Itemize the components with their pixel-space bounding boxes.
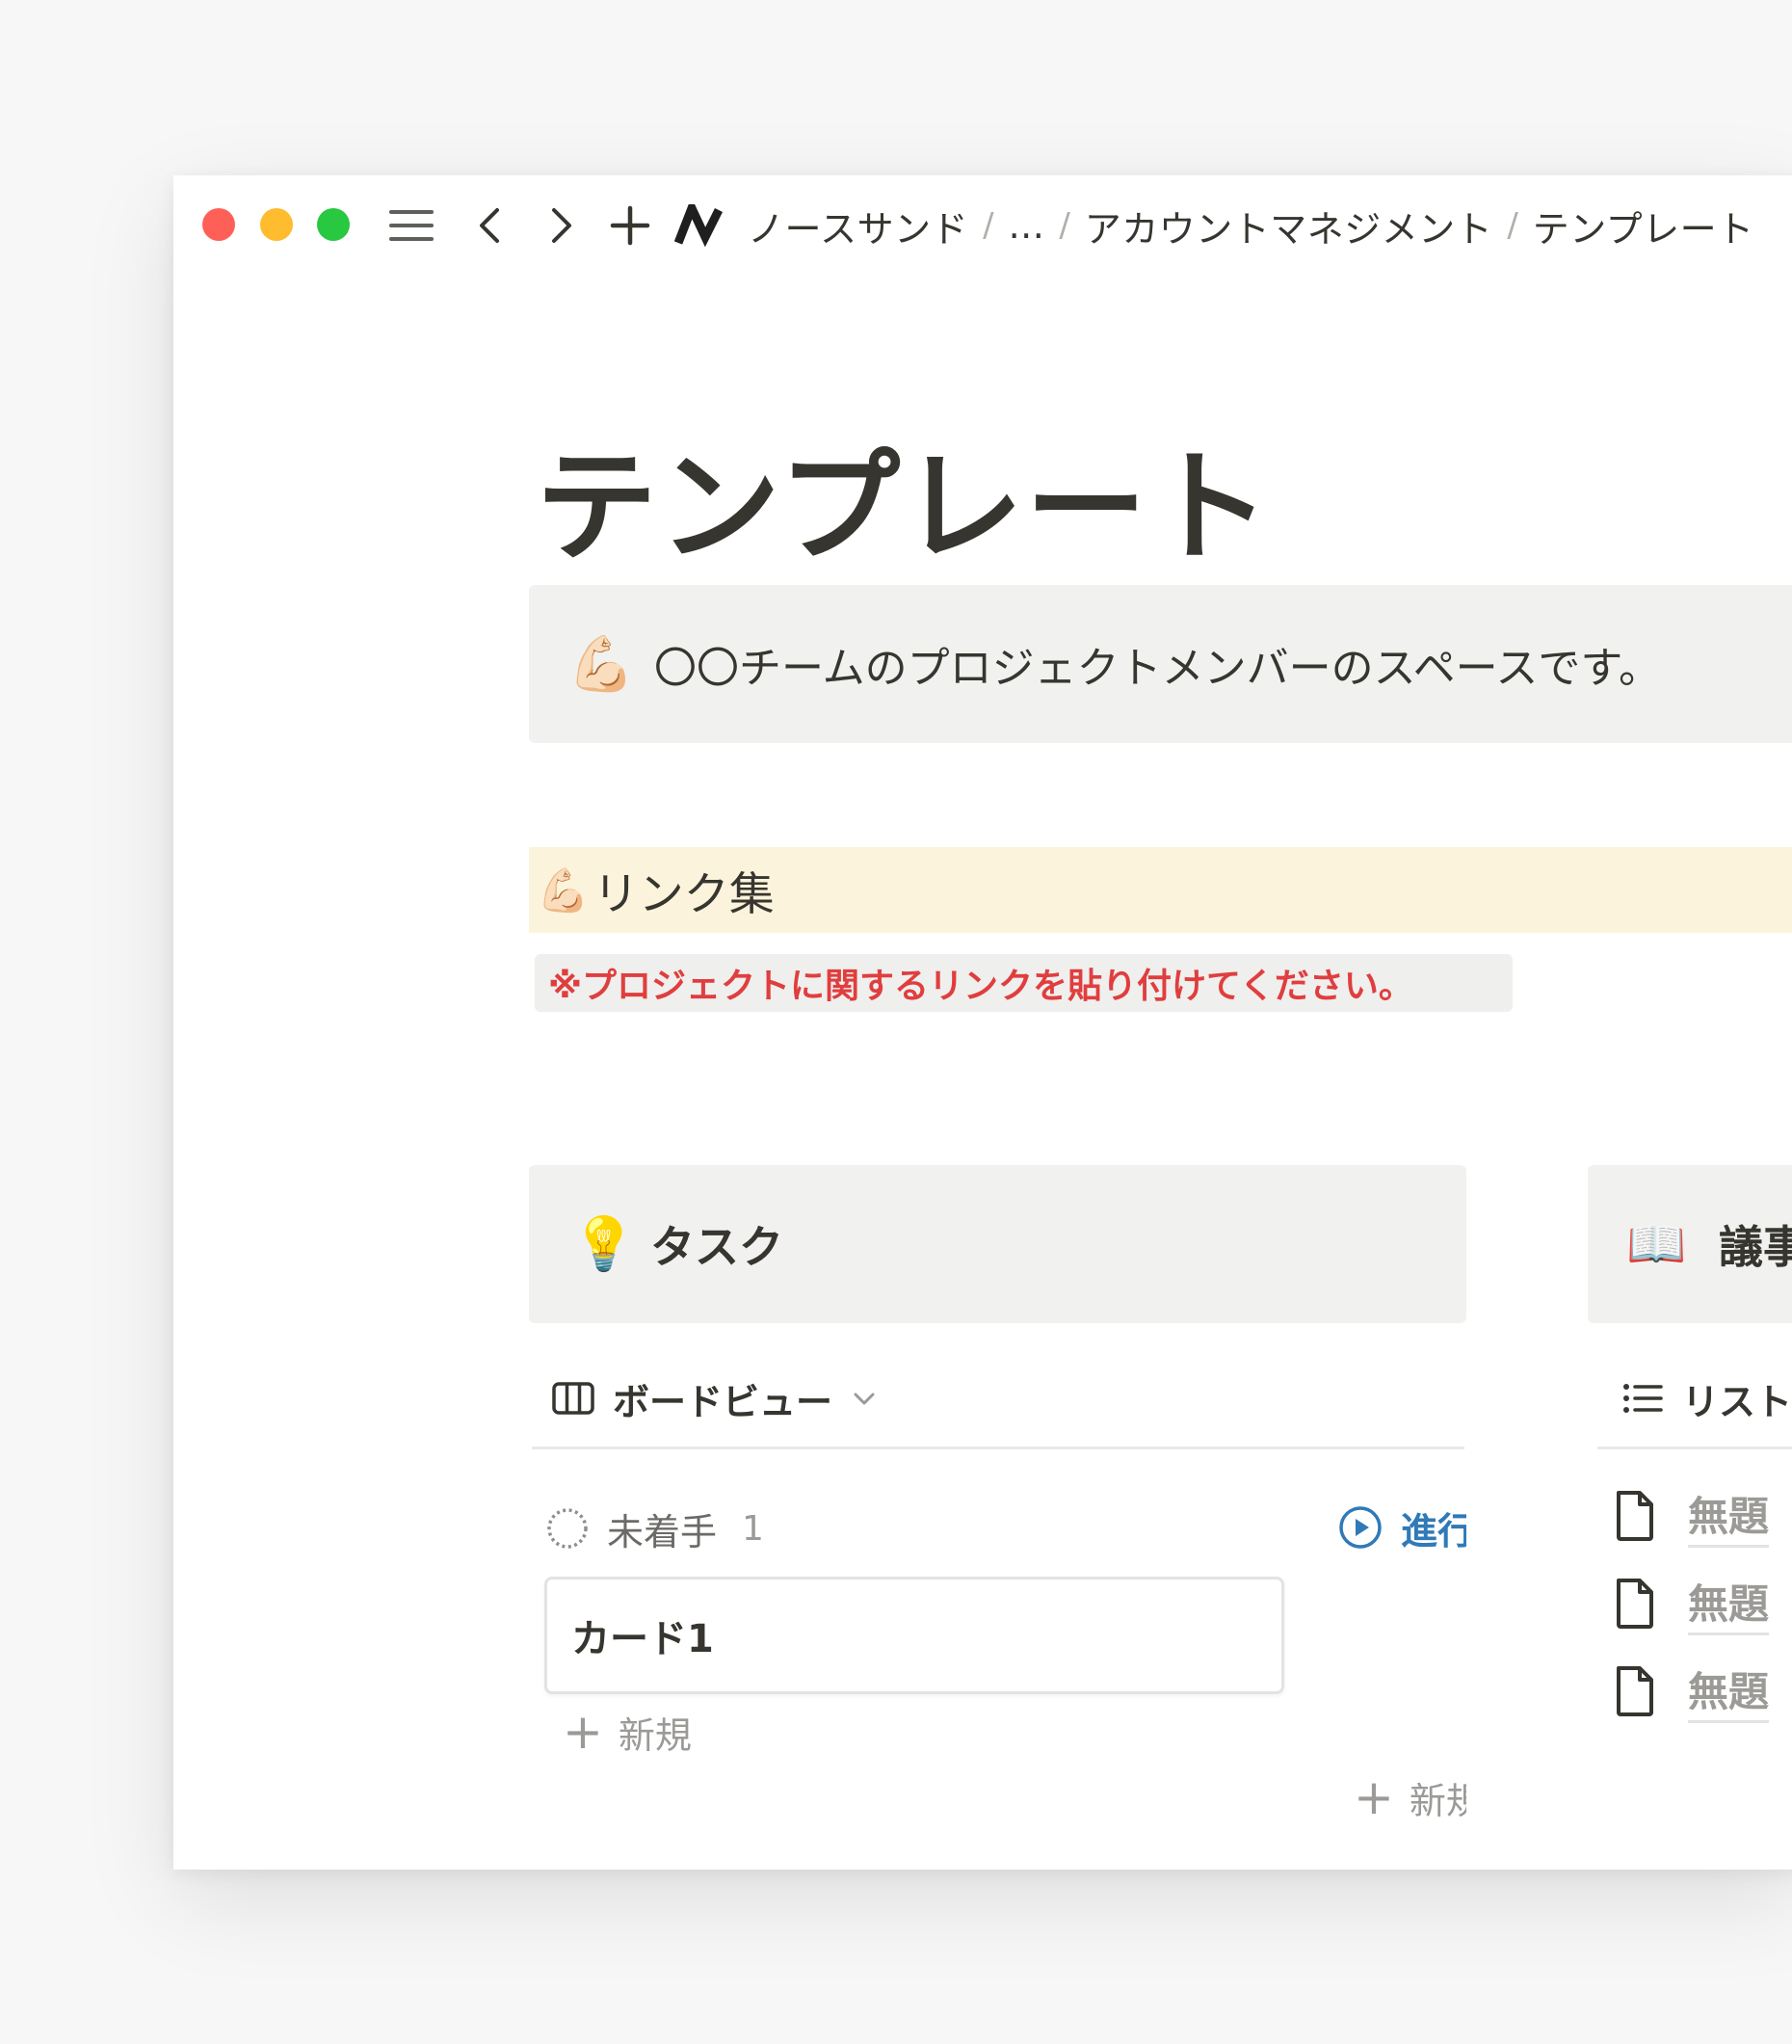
chevron-down-icon[interactable] <box>850 1384 879 1413</box>
link-section-title: リンク集 <box>593 868 775 921</box>
plus-icon: + <box>563 1704 603 1760</box>
list-item[interactable]: 無題 <box>1611 1656 1770 1727</box>
breadcrumb-item-ellipsis[interactable]: ... <box>1009 204 1045 247</box>
task-database-header[interactable]: 💡 タスク <box>529 1165 1466 1323</box>
status-not-started-icon <box>547 1508 588 1549</box>
list-view-icon <box>1623 1384 1663 1413</box>
minimize-window-button[interactable] <box>260 208 293 241</box>
page-canvas: ノースサンド / ... / アカウントマネジメント / テンプレート テンプレ… <box>0 0 1792 2044</box>
board-card[interactable]: カード1 <box>544 1577 1284 1694</box>
app-window: ノースサンド / ... / アカウントマネジメント / テンプレート テンプレ… <box>173 175 1792 1870</box>
breadcrumb-separator: / <box>1059 206 1070 245</box>
breadcrumb-item-template[interactable]: テンプレート <box>1533 199 1754 252</box>
minutes-database-title: 議事 <box>1719 1221 1792 1273</box>
status-in-progress-icon <box>1339 1506 1382 1549</box>
board-view-icon <box>552 1382 594 1415</box>
group-count: 1 <box>742 1508 764 1549</box>
group-label: 進行 <box>1401 1509 1466 1553</box>
page-icon <box>1617 1579 1653 1629</box>
list-view-label: リスト <box>1682 1380 1792 1423</box>
list-item-title: 無題 <box>1688 1572 1770 1635</box>
breadcrumb: ノースサンド / ... / アカウントマネジメント / テンプレート <box>748 199 1754 252</box>
group-label: 未着手 <box>607 1510 718 1553</box>
board-group-not-started[interactable]: 未着手 1 <box>545 1500 764 1556</box>
add-new-label: 新規 <box>618 1713 692 1757</box>
callout-block[interactable]: 💪🏻 〇〇チームのプロジェクトメンバーのスペースです。 <box>529 585 1792 743</box>
page-icon <box>1617 1491 1653 1541</box>
board-group-in-progress[interactable]: 進行 <box>1337 1498 1466 1557</box>
link-section-heading[interactable]: 💪🏻 リンク集 <box>529 847 1792 933</box>
menu-icon[interactable] <box>387 204 435 247</box>
task-database-title: タスク <box>650 1221 783 1273</box>
plus-icon: + <box>1354 1769 1394 1825</box>
board-view-tab[interactable]: ボードビュー <box>551 1367 879 1430</box>
open-book-icon: 📖 <box>1626 1215 1687 1272</box>
list-item[interactable]: 無題 <box>1611 1480 1770 1552</box>
add-new-label: 新規 <box>1409 1779 1466 1822</box>
list-item[interactable]: 無題 <box>1611 1568 1770 1639</box>
add-new-card-button[interactable]: + 新規 <box>1354 1768 1466 1826</box>
minutes-database-header[interactable]: 📖 議事 <box>1588 1165 1792 1323</box>
notion-logo[interactable] <box>672 204 730 247</box>
light-bulb-icon: 💡 <box>571 1213 637 1274</box>
breadcrumb-item-workspace[interactable]: ノースサンド <box>748 199 968 252</box>
link-instruction-note[interactable]: ※プロジェクトに関するリンクを貼り付けてください。 <box>535 954 1513 1012</box>
page-title[interactable]: テンプレート <box>536 410 1272 585</box>
view-divider <box>532 1447 1464 1449</box>
board-view-label: ボードビュー <box>613 1380 833 1423</box>
list-item-title: 無題 <box>1688 1659 1770 1723</box>
list-view-tab[interactable]: リスト <box>1621 1367 1792 1430</box>
breadcrumb-separator: / <box>983 206 994 245</box>
flexed-biceps-icon: 💪🏻 <box>567 633 635 696</box>
forward-icon[interactable] <box>542 204 581 247</box>
back-icon[interactable] <box>470 204 509 247</box>
page-icon <box>1617 1666 1653 1716</box>
add-new-card-button[interactable]: + 新規 <box>563 1703 692 1761</box>
view-divider <box>1597 1447 1792 1449</box>
breadcrumb-separator: / <box>1507 206 1518 245</box>
breadcrumb-item-account-management[interactable]: アカウントマネジメント <box>1085 199 1493 252</box>
callout-text: 〇〇チームのプロジェクトメンバーのスペースです。 <box>654 644 1661 693</box>
flexed-biceps-icon: 💪🏻 <box>537 865 590 916</box>
list-item-title: 無題 <box>1688 1484 1770 1548</box>
close-window-button[interactable] <box>202 208 235 241</box>
plus-icon[interactable] <box>609 204 651 247</box>
zoom-window-button[interactable] <box>317 208 350 241</box>
